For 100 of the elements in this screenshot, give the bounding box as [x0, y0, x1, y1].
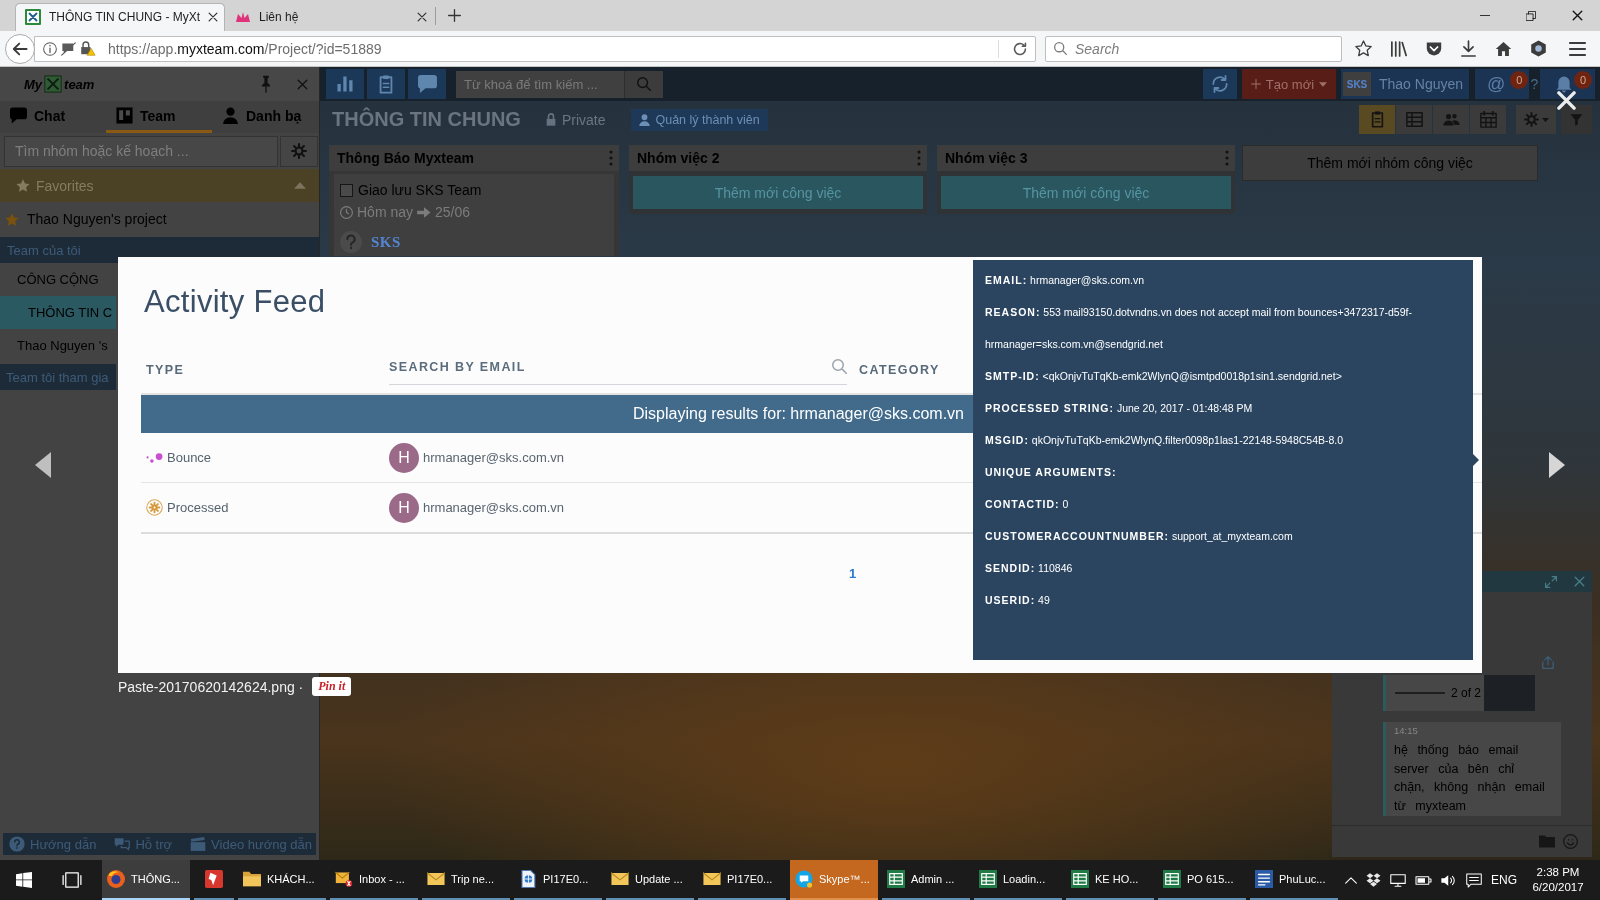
taskbar-button[interactable]: PI17E0...	[514, 860, 602, 900]
envelope-icon	[611, 870, 629, 888]
pin-button[interactable]: Pin it	[312, 677, 352, 696]
results-banner: Displaying results for: hrmanager@sks.com.vn	[141, 395, 973, 433]
menu-icon[interactable]	[1569, 41, 1586, 56]
taskbar-button[interactable]: PhuLuc...	[1250, 860, 1338, 900]
language-indicator[interactable]: ENG	[1491, 873, 1517, 887]
sidebar-item[interactable]: THÔNG TIN C	[0, 296, 116, 329]
footer-link[interactable]: Hỗ trợ	[114, 836, 173, 852]
search-field[interactable]: Search	[1045, 35, 1342, 62]
reload-icon[interactable]	[1013, 41, 1027, 56]
footer-link[interactable]: Hướng dẫn	[9, 836, 97, 852]
home-icon[interactable]	[1495, 40, 1512, 57]
user-menu[interactable]: SKS Thao Nguyen	[1341, 69, 1469, 99]
list-title: Nhóm việc 3	[945, 150, 1028, 166]
search-icon	[832, 359, 847, 374]
chart-button[interactable]	[326, 69, 364, 99]
network-icon[interactable]	[1390, 873, 1406, 887]
footer-link[interactable]: Video hướng dẫn	[190, 836, 312, 852]
section-header[interactable]: Team tôi tham gia	[0, 364, 116, 390]
taskbar-button[interactable]: Loadin...	[974, 860, 1062, 900]
image-counter: 2 of 2	[1451, 686, 1482, 700]
add-task-button[interactable]: Thêm mới công việc	[941, 176, 1231, 209]
back-button[interactable]	[5, 33, 35, 64]
task-view-icon[interactable]	[62, 872, 82, 888]
task-card[interactable]: Giao lưu SKS Team Hôm nay 25/06 SKS	[334, 174, 614, 256]
speech-bubble-icon[interactable]	[61, 41, 76, 56]
mentions-button[interactable]: @ 0	[1475, 69, 1529, 99]
help-button[interactable]: ?	[1530, 76, 1539, 92]
checkbox[interactable]	[340, 183, 353, 197]
volume-icon[interactable]	[1441, 873, 1457, 887]
search-icon	[637, 77, 651, 91]
members-button[interactable]: Quản lý thành viên	[631, 108, 768, 131]
taskbar-button[interactable]: PO 615...	[1158, 860, 1246, 900]
hexagon-icon[interactable]	[1531, 40, 1546, 57]
info-icon[interactable]	[43, 41, 57, 56]
page-link[interactable]: 1	[849, 565, 857, 581]
address-field[interactable]: https://app.myxteam.com/Project/?id=51889	[34, 35, 1036, 62]
next-button[interactable]	[1549, 452, 1565, 478]
taskbar-button[interactable]: Skype™...	[790, 860, 878, 900]
gear-ring-icon	[146, 499, 163, 516]
browser-tab[interactable]: THÔNG TIN CHUNG - MyXt	[15, 3, 225, 31]
close-icon[interactable]	[417, 12, 427, 22]
start-icon[interactable]	[16, 872, 32, 888]
clock-icon	[340, 205, 353, 219]
sidebar-item[interactable]: Thao Nguyen 's	[0, 329, 116, 362]
envelope-icon	[703, 870, 721, 888]
create-button[interactable]: Tạo mới	[1242, 69, 1336, 99]
taskbar-button[interactable]: Inbox - ...	[330, 860, 418, 900]
notifications-button[interactable]: 0	[1540, 69, 1595, 99]
chevron-up-icon[interactable]	[1345, 876, 1357, 884]
star-icon	[5, 212, 19, 226]
new-tab-icon[interactable]	[448, 9, 461, 22]
clock[interactable]: 2:38 PM 6/20/2017	[1526, 865, 1590, 895]
chat-button[interactable]	[408, 69, 446, 99]
logo-mark-icon	[44, 75, 63, 93]
browser-icon	[107, 870, 125, 888]
image-message[interactable]: 2 of 2	[1383, 675, 1535, 711]
search-field[interactable]: SEARCH BY EMAIL	[389, 355, 830, 378]
star-icon	[16, 179, 30, 192]
person-icon	[639, 113, 651, 126]
refresh-button[interactable]	[1203, 69, 1237, 99]
expand-icon[interactable]	[1545, 575, 1557, 588]
download-icon[interactable]	[1461, 40, 1476, 57]
avatar-icon	[340, 231, 362, 253]
detail-entry: SENDID: 110846	[985, 561, 1073, 576]
help-icon	[9, 836, 25, 852]
taskbar-button[interactable]: KHÁCH...	[238, 860, 326, 900]
taskbar-button[interactable]: PI17E0...	[698, 860, 786, 900]
sidebar-item[interactable]: CÔNG CỘNG	[0, 263, 116, 296]
previous-button[interactable]	[35, 452, 51, 478]
taskbar-button[interactable]: KE HO...	[1066, 860, 1154, 900]
search-field[interactable]: Tìm nhóm hoặc kế hoạch ...	[4, 135, 278, 167]
browser-tab[interactable]: Liên hệ	[225, 3, 435, 31]
avatar: H	[389, 442, 419, 473]
taskbar-button[interactable]: THÔNG...	[102, 860, 190, 900]
chat-icon	[10, 107, 27, 124]
restore-icon[interactable]	[1526, 10, 1536, 21]
notification-icon[interactable]	[1466, 872, 1482, 888]
taskbar-button[interactable]: Update ...	[606, 860, 694, 900]
sidebar-tab[interactable]: Danh bạ	[212, 101, 318, 133]
close-icon[interactable]	[208, 12, 219, 22]
diamonds-icon[interactable]	[1366, 873, 1381, 887]
add-task-button[interactable]: Thêm mới công việc	[633, 176, 923, 209]
sidebar-tab[interactable]: Team	[106, 101, 212, 133]
lock-warning-icon[interactable]	[80, 41, 96, 56]
clipboard-button[interactable]	[367, 69, 405, 99]
close-icon[interactable]	[1571, 10, 1583, 21]
taskbar-button[interactable]: Trip ne...	[422, 860, 510, 900]
star-icon[interactable]	[1355, 40, 1372, 57]
filter-button[interactable]	[1561, 105, 1592, 134]
taskbar-button[interactable]: Admin ...	[882, 860, 970, 900]
spreadsheet-icon	[979, 870, 997, 888]
pocket-icon[interactable]	[1426, 40, 1442, 57]
library-icon[interactable]	[1391, 40, 1407, 57]
sidebar-tab[interactable]: Chat	[0, 101, 106, 133]
favorite-item[interactable]: Thao Nguyen's project	[0, 202, 319, 236]
battery-icon[interactable]	[1415, 875, 1432, 885]
favorites-header[interactable]: Favorites	[0, 169, 319, 202]
search-field[interactable]: Từ khoá để tìm kiếm ...	[456, 70, 624, 98]
